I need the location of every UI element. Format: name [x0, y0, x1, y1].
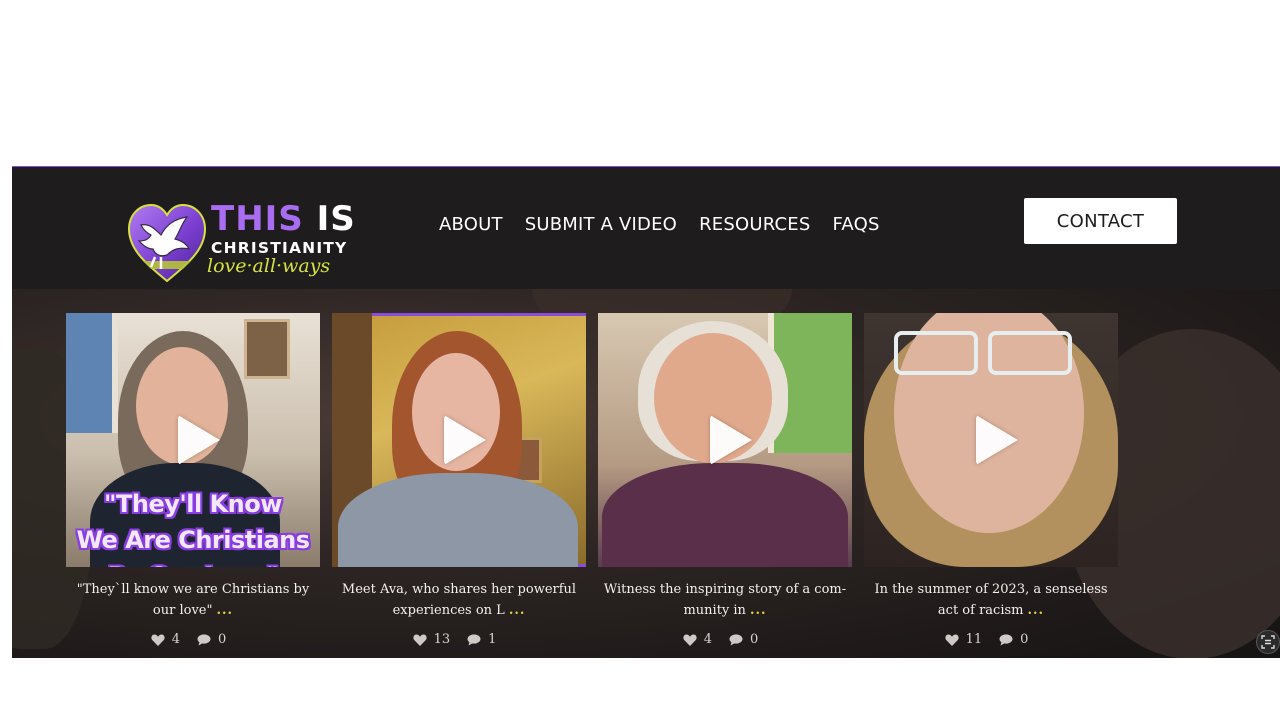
heart-icon[interactable]: [150, 633, 166, 647]
site-logo[interactable]: THIS IS CHRISTIANITY love·all·ways: [125, 199, 355, 291]
video-caption-text: "They`ll know we are Christians by our l…: [76, 582, 310, 618]
nav-faqs[interactable]: FAQS: [833, 212, 880, 238]
comment-count: 1: [488, 632, 497, 647]
video-caption-3: Witness the inspiring story of a com- mu…: [598, 579, 852, 621]
video-caption-text: Meet Ava, who shares her powerful experi…: [341, 582, 577, 618]
video-stats-4: 11 0: [864, 632, 1118, 647]
play-icon[interactable]: [178, 415, 220, 465]
video-caption-text: Witness the inspiring story of a com- mu…: [603, 582, 847, 618]
speech-bubble-icon[interactable]: [728, 633, 744, 647]
video-thumbnail-1[interactable]: "They'll Know We Are Christians By Our L…: [66, 313, 320, 567]
logo-wordmark: THIS IS: [211, 199, 356, 239]
video-overlay-line-2: We Are Christians: [76, 526, 310, 554]
video-card-2: Meet Ava, who shares her powerful experi…: [332, 313, 586, 647]
scan-icon[interactable]: [1256, 630, 1280, 654]
video-caption-1: "They`ll know we are Christians by our l…: [66, 579, 320, 621]
heart-dove-icon: [127, 203, 207, 283]
speech-bubble-icon[interactable]: [998, 633, 1014, 647]
video-thumbnail-4[interactable]: [864, 313, 1118, 567]
video-overlay-line-1: "They'll Know: [104, 490, 282, 518]
like-count: 4: [171, 632, 180, 647]
video-overlay-line-3: By Our Love": [66, 558, 320, 567]
main-nav: ABOUT SUBMIT A VIDEO RESOURCES FAQS: [439, 212, 880, 238]
speech-bubble-icon[interactable]: [196, 633, 212, 647]
heart-icon[interactable]: [412, 633, 428, 647]
video-stats-1: 4 0: [66, 632, 320, 647]
like-count: 4: [703, 632, 712, 647]
play-icon[interactable]: [976, 415, 1018, 465]
read-more-link[interactable]: ...: [1027, 603, 1044, 618]
video-thumbnail-2[interactable]: [332, 313, 586, 567]
logo-word-this: THIS: [211, 199, 304, 239]
video-card-1: "They'll Know We Are Christians By Our L…: [66, 313, 320, 647]
site-frame: THIS IS CHRISTIANITY love·all·ways ABOUT…: [12, 167, 1280, 658]
contact-button[interactable]: CONTACT: [1024, 198, 1177, 244]
like-count: 11: [965, 632, 983, 647]
comment-count: 0: [750, 632, 759, 647]
comment-count: 0: [218, 632, 227, 647]
logo-word-is: IS: [316, 199, 356, 239]
video-thumbnail-3[interactable]: [598, 313, 852, 567]
video-feed: "They'll Know We Are Christians By Our L…: [12, 289, 1280, 658]
heart-icon[interactable]: [944, 633, 960, 647]
video-caption-text: In the summer of 2023, a senseless act o…: [874, 582, 1108, 618]
read-more-link[interactable]: ...: [509, 603, 526, 618]
read-more-link[interactable]: ...: [750, 603, 767, 618]
site-header: THIS IS CHRISTIANITY love·all·ways ABOUT…: [12, 167, 1280, 289]
nav-submit-a-video[interactable]: SUBMIT A VIDEO: [525, 212, 677, 238]
video-caption-4: In the summer of 2023, a senseless act o…: [864, 579, 1118, 621]
speech-bubble-icon[interactable]: [466, 633, 482, 647]
video-card-3: Witness the inspiring story of a com- mu…: [598, 313, 852, 647]
nav-about[interactable]: ABOUT: [439, 212, 503, 238]
read-more-link[interactable]: ...: [216, 603, 233, 618]
video-caption-2: Meet Ava, who shares her powerful experi…: [332, 579, 586, 621]
video-stats-2: 13 1: [332, 632, 586, 647]
video-card-4: In the summer of 2023, a senseless act o…: [864, 313, 1118, 647]
play-icon[interactable]: [444, 415, 486, 465]
video-stats-3: 4 0: [598, 632, 852, 647]
like-count: 13: [433, 632, 451, 647]
play-icon[interactable]: [710, 415, 752, 465]
nav-resources[interactable]: RESOURCES: [699, 212, 810, 238]
logo-tagline: love·all·ways: [207, 255, 331, 277]
comment-count: 0: [1020, 632, 1029, 647]
heart-icon[interactable]: [682, 633, 698, 647]
